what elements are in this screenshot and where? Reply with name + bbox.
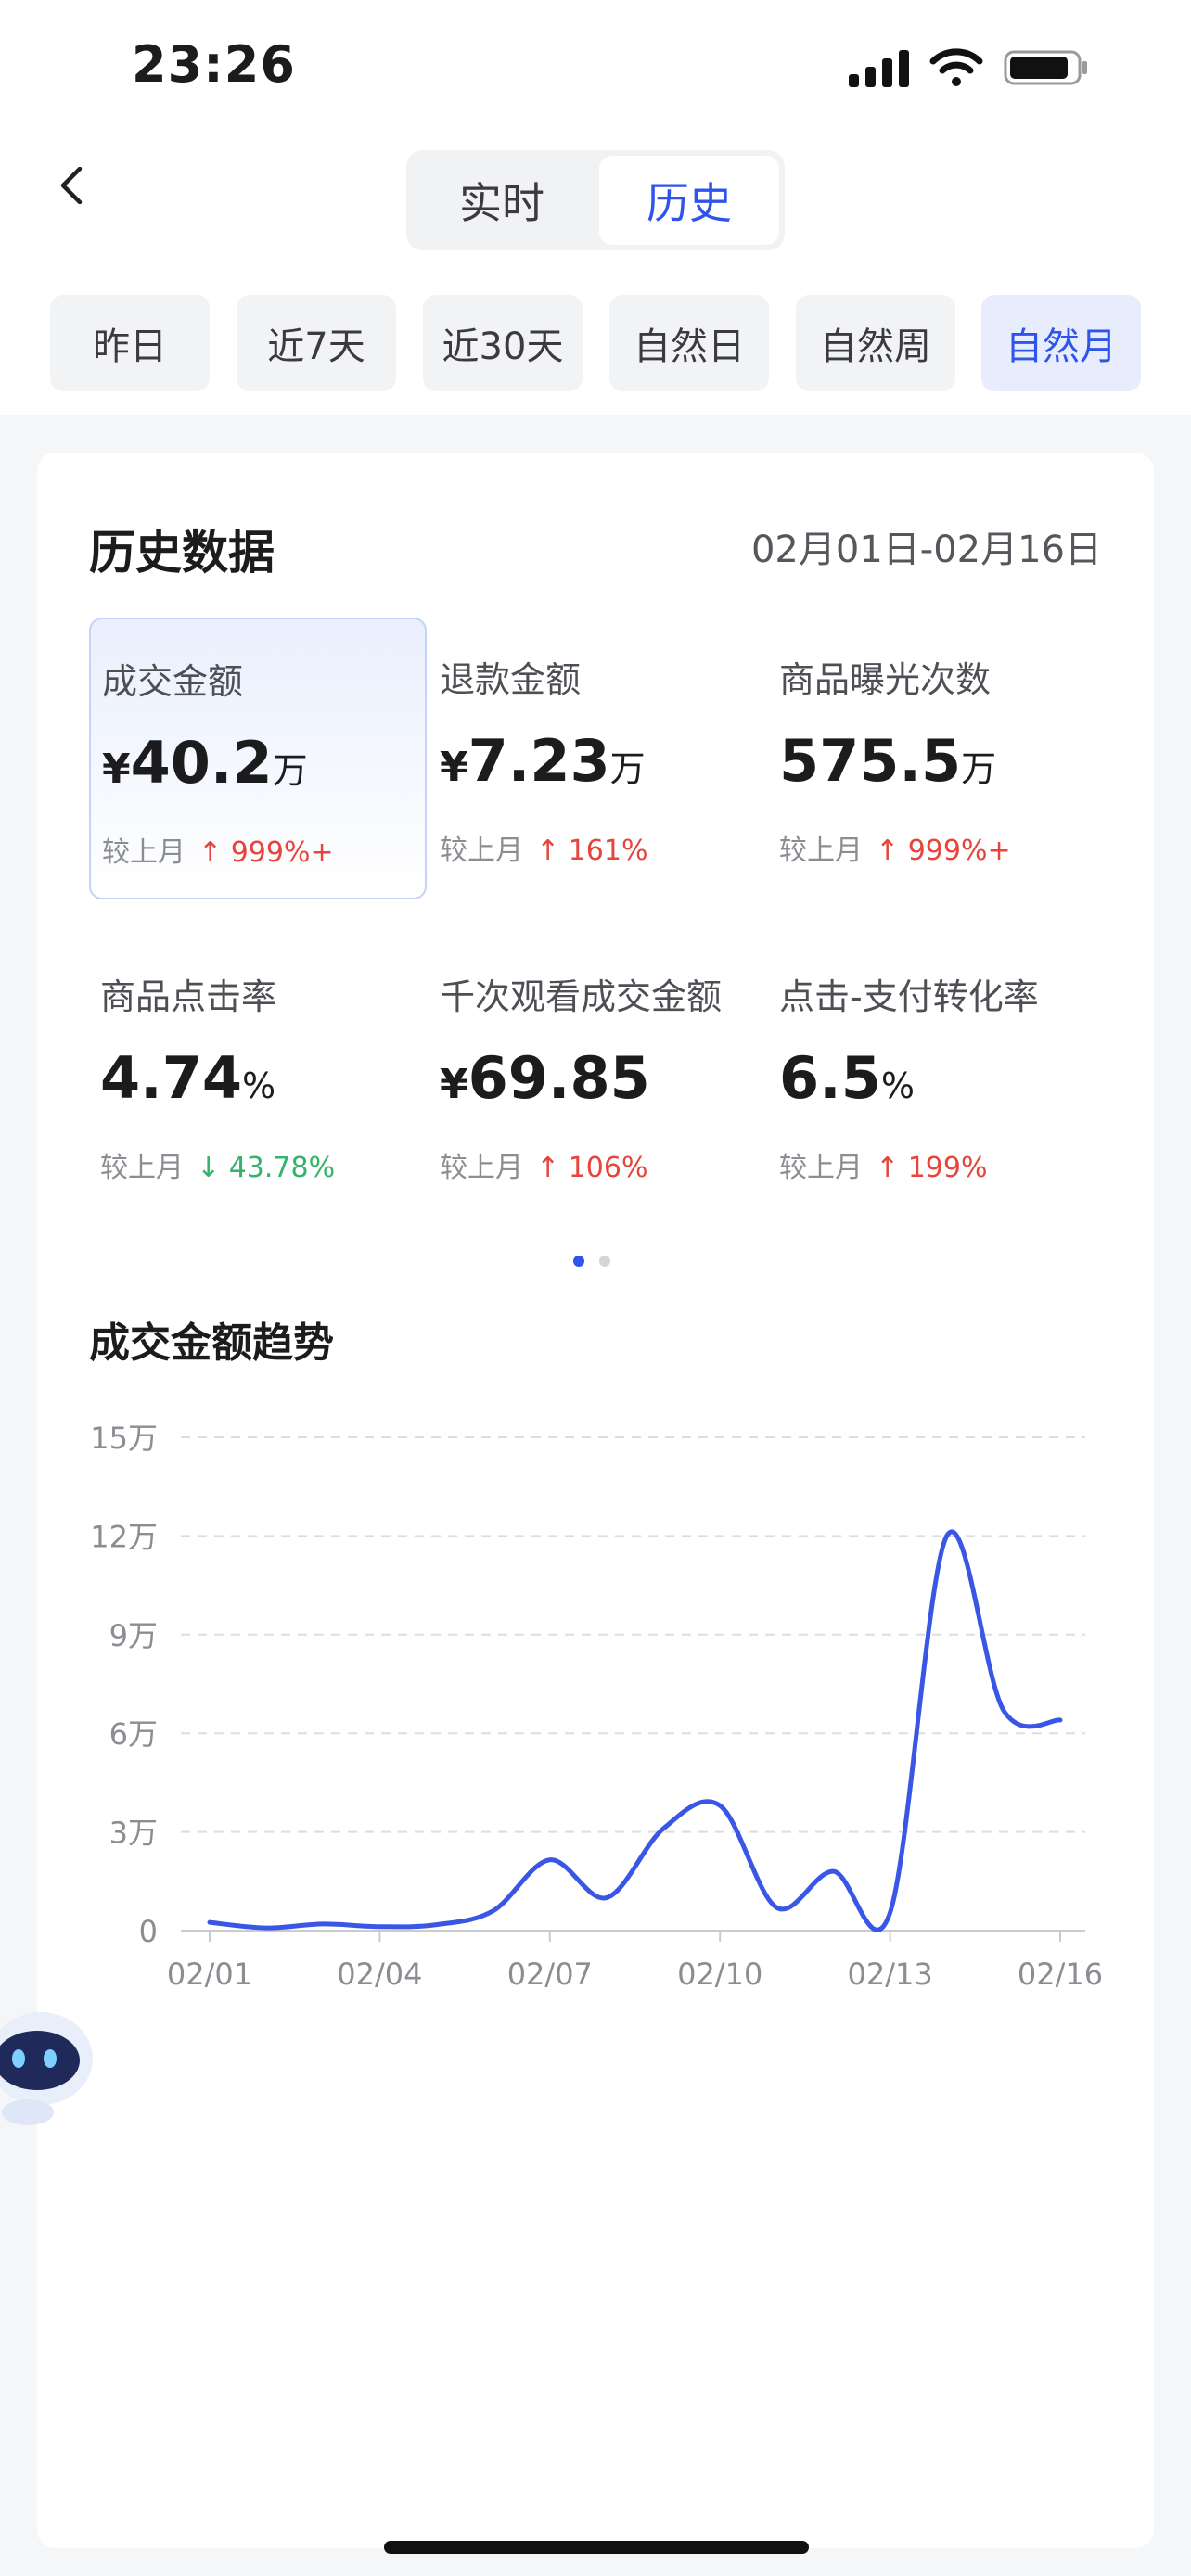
wifi-icon	[929, 48, 983, 86]
cellular-signal-icon	[849, 46, 909, 87]
arrow-up-icon: ↑	[536, 1152, 560, 1184]
metric-gmv-per-thousand-views[interactable]: 千次观看成交金额 ¥69.85 较上月 ↑ 106%	[429, 935, 762, 1213]
tab-realtime[interactable]: 实时	[412, 156, 592, 245]
x-tick-label: 02/01	[167, 1957, 252, 1992]
metric-label: 商品点击率	[100, 976, 277, 1017]
page-dot	[599, 1256, 610, 1267]
x-tick-label: 02/07	[507, 1957, 593, 1992]
page-dot-active	[573, 1256, 584, 1267]
date-range[interactable]: 02月01日-02月16日	[751, 519, 1102, 573]
metric-gmv[interactable]: 成交金额 ¥40.2万 较上月 ↑ 999%+	[89, 618, 427, 899]
y-tick-label: 3万	[109, 1816, 158, 1851]
metric-value: 6.5%	[779, 1044, 915, 1112]
arrow-up-icon: ↑	[536, 835, 560, 867]
filter-natural-month[interactable]: 自然月	[981, 295, 1141, 391]
x-tick-label: 02/13	[847, 1957, 932, 1992]
metric-compare: 较上月 ↑ 999%+	[102, 836, 334, 869]
metric-compare: 较上月 ↑ 199%	[779, 1152, 988, 1184]
metric-click-to-pay-conversion[interactable]: 点击-支付转化率 6.5% 较上月 ↑ 199%	[768, 935, 1102, 1213]
assistant-robot-icon[interactable]	[0, 1992, 96, 2131]
metric-click-rate[interactable]: 商品点击率 4.74% 较上月 ↓ 43.78%	[89, 935, 423, 1213]
y-tick-label: 9万	[109, 1618, 158, 1653]
x-tick-label: 02/04	[337, 1957, 422, 1992]
metric-compare: 较上月 ↑ 106%	[440, 1152, 648, 1184]
metric-product-impressions[interactable]: 商品曝光次数 575.5万 较上月 ↑ 999%+	[768, 618, 1102, 896]
filter-last-30-days[interactable]: 近30天	[423, 295, 583, 391]
arrow-down-icon: ↓	[197, 1152, 221, 1184]
metric-label: 点击-支付转化率	[779, 976, 1039, 1017]
filter-natural-week[interactable]: 自然周	[796, 295, 955, 391]
y-tick-label: 6万	[109, 1716, 158, 1752]
date-filter-bar: 昨日 近7天 近30天 自然日 自然周 自然月	[50, 295, 1141, 391]
battery-icon	[1004, 50, 1087, 85]
filter-last-7-days[interactable]: 近7天	[237, 295, 396, 391]
home-indicator	[384, 2541, 809, 2554]
metric-value: ¥69.85	[440, 1044, 650, 1112]
header: 23:26 实时 历史 昨日 近7天 近30天 自然日 自然周 自然月	[0, 0, 1191, 415]
status-time: 23:26	[132, 35, 296, 94]
metric-value: 4.74%	[100, 1044, 276, 1112]
arrow-up-icon: ↑	[198, 836, 223, 869]
gmv-trend-chart: 0 3万 6万 9万 12万 15万 02/01 02/04 02/07 02/10 02/13 02…	[90, 1421, 1103, 1992]
gmv-series-line	[207, 1529, 1063, 1932]
status-icons	[849, 46, 1089, 87]
filter-natural-day[interactable]: 自然日	[609, 295, 769, 391]
metric-value: ¥40.2万	[102, 729, 308, 797]
metric-label: 退款金额	[440, 659, 582, 700]
y-tick-label: 12万	[90, 1519, 158, 1554]
metric-compare: 较上月 ↑ 161%	[440, 835, 648, 867]
filter-yesterday[interactable]: 昨日	[50, 295, 210, 391]
x-tick-label: 02/10	[677, 1957, 762, 1992]
y-tick-label: 15万	[90, 1421, 158, 1456]
metric-value: ¥7.23万	[440, 727, 646, 795]
metric-value: 575.5万	[779, 727, 997, 795]
y-tick-label: 0	[139, 1914, 158, 1949]
metric-label: 商品曝光次数	[779, 659, 992, 700]
arrow-up-icon: ↑	[876, 835, 900, 867]
trend-title: 成交金额趋势	[89, 1320, 334, 1367]
realtime-history-segmented-control: 实时 历史	[406, 150, 785, 250]
metric-label: 千次观看成交金额	[440, 976, 723, 1017]
back-chevron-icon[interactable]	[54, 167, 91, 204]
metric-refund-amount[interactable]: 退款金额 ¥7.23万 较上月 ↑ 161%	[429, 618, 762, 896]
tab-history[interactable]: 历史	[599, 156, 779, 245]
metric-label: 成交金额	[102, 661, 244, 702]
metric-compare: 较上月 ↑ 999%+	[779, 835, 1011, 867]
card-title: 历史数据	[89, 526, 275, 580]
metric-compare: 较上月 ↓ 43.78%	[100, 1152, 336, 1184]
arrow-up-icon: ↑	[876, 1152, 900, 1184]
page-indicator	[573, 1256, 610, 1267]
x-tick-label: 02/16	[1018, 1957, 1103, 1992]
